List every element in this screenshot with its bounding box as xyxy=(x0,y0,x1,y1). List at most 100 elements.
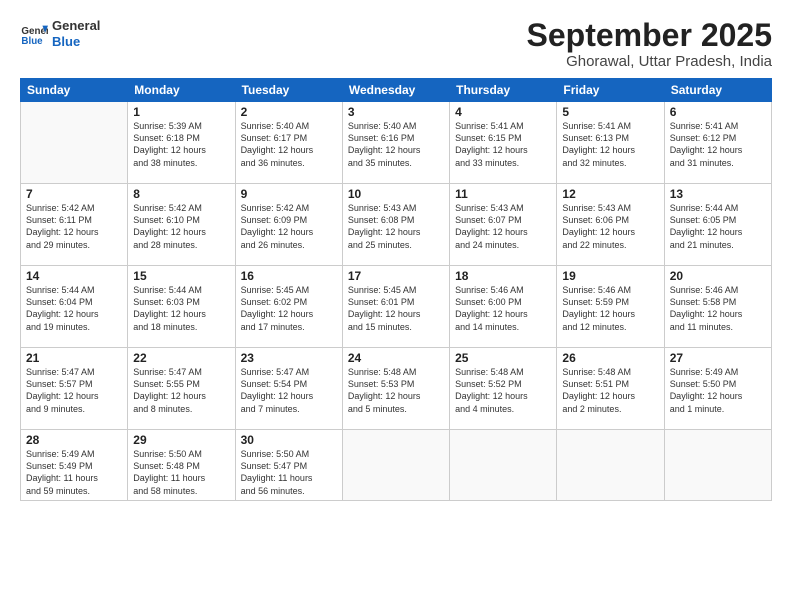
day-number: 18 xyxy=(455,269,551,283)
day-number: 21 xyxy=(26,351,122,365)
calendar-cell: 24Sunrise: 5:48 AM Sunset: 5:53 PM Dayli… xyxy=(342,348,449,430)
calendar-cell: 8Sunrise: 5:42 AM Sunset: 6:10 PM Daylig… xyxy=(128,184,235,266)
calendar-cell: 10Sunrise: 5:43 AM Sunset: 6:08 PM Dayli… xyxy=(342,184,449,266)
day-number: 19 xyxy=(562,269,658,283)
day-info: Sunrise: 5:41 AM Sunset: 6:12 PM Dayligh… xyxy=(670,120,766,169)
day-info: Sunrise: 5:50 AM Sunset: 5:48 PM Dayligh… xyxy=(133,448,229,497)
calendar-cell xyxy=(557,430,664,501)
calendar-header-sunday: Sunday xyxy=(21,79,128,102)
calendar-cell: 12Sunrise: 5:43 AM Sunset: 6:06 PM Dayli… xyxy=(557,184,664,266)
calendar-header-monday: Monday xyxy=(128,79,235,102)
day-info: Sunrise: 5:44 AM Sunset: 6:03 PM Dayligh… xyxy=(133,284,229,333)
logo-icon: General Blue xyxy=(20,20,48,48)
day-info: Sunrise: 5:47 AM Sunset: 5:54 PM Dayligh… xyxy=(241,366,337,415)
day-number: 23 xyxy=(241,351,337,365)
calendar-cell xyxy=(450,430,557,501)
day-info: Sunrise: 5:46 AM Sunset: 6:00 PM Dayligh… xyxy=(455,284,551,333)
day-number: 7 xyxy=(26,187,122,201)
title-block: September 2025 Ghorawal, Uttar Pradesh, … xyxy=(527,18,772,70)
day-number: 30 xyxy=(241,433,337,447)
day-info: Sunrise: 5:39 AM Sunset: 6:18 PM Dayligh… xyxy=(133,120,229,169)
day-number: 2 xyxy=(241,105,337,119)
calendar-week-5: 28Sunrise: 5:49 AM Sunset: 5:49 PM Dayli… xyxy=(21,430,772,501)
day-info: Sunrise: 5:43 AM Sunset: 6:07 PM Dayligh… xyxy=(455,202,551,251)
day-info: Sunrise: 5:46 AM Sunset: 5:58 PM Dayligh… xyxy=(670,284,766,333)
day-number: 13 xyxy=(670,187,766,201)
day-info: Sunrise: 5:48 AM Sunset: 5:51 PM Dayligh… xyxy=(562,366,658,415)
calendar-header-saturday: Saturday xyxy=(664,79,771,102)
day-number: 4 xyxy=(455,105,551,119)
calendar-cell: 1Sunrise: 5:39 AM Sunset: 6:18 PM Daylig… xyxy=(128,102,235,184)
calendar-cell: 15Sunrise: 5:44 AM Sunset: 6:03 PM Dayli… xyxy=(128,266,235,348)
calendar-cell: 13Sunrise: 5:44 AM Sunset: 6:05 PM Dayli… xyxy=(664,184,771,266)
calendar-header-tuesday: Tuesday xyxy=(235,79,342,102)
day-info: Sunrise: 5:48 AM Sunset: 5:52 PM Dayligh… xyxy=(455,366,551,415)
calendar-cell: 23Sunrise: 5:47 AM Sunset: 5:54 PM Dayli… xyxy=(235,348,342,430)
day-number: 3 xyxy=(348,105,444,119)
day-info: Sunrise: 5:49 AM Sunset: 5:50 PM Dayligh… xyxy=(670,366,766,415)
day-info: Sunrise: 5:47 AM Sunset: 5:57 PM Dayligh… xyxy=(26,366,122,415)
calendar-cell: 3Sunrise: 5:40 AM Sunset: 6:16 PM Daylig… xyxy=(342,102,449,184)
calendar-cell: 16Sunrise: 5:45 AM Sunset: 6:02 PM Dayli… xyxy=(235,266,342,348)
day-info: Sunrise: 5:40 AM Sunset: 6:16 PM Dayligh… xyxy=(348,120,444,169)
calendar-week-3: 14Sunrise: 5:44 AM Sunset: 6:04 PM Dayli… xyxy=(21,266,772,348)
calendar-header-thursday: Thursday xyxy=(450,79,557,102)
day-number: 1 xyxy=(133,105,229,119)
calendar-cell: 19Sunrise: 5:46 AM Sunset: 5:59 PM Dayli… xyxy=(557,266,664,348)
day-number: 10 xyxy=(348,187,444,201)
calendar-cell: 27Sunrise: 5:49 AM Sunset: 5:50 PM Dayli… xyxy=(664,348,771,430)
calendar-week-4: 21Sunrise: 5:47 AM Sunset: 5:57 PM Dayli… xyxy=(21,348,772,430)
day-info: Sunrise: 5:43 AM Sunset: 6:08 PM Dayligh… xyxy=(348,202,444,251)
day-number: 5 xyxy=(562,105,658,119)
calendar: SundayMondayTuesdayWednesdayThursdayFrid… xyxy=(20,78,772,501)
calendar-cell: 11Sunrise: 5:43 AM Sunset: 6:07 PM Dayli… xyxy=(450,184,557,266)
calendar-cell: 5Sunrise: 5:41 AM Sunset: 6:13 PM Daylig… xyxy=(557,102,664,184)
day-info: Sunrise: 5:48 AM Sunset: 5:53 PM Dayligh… xyxy=(348,366,444,415)
logo: General Blue General Blue xyxy=(20,18,100,49)
subtitle: Ghorawal, Uttar Pradesh, India xyxy=(527,53,772,70)
calendar-cell: 2Sunrise: 5:40 AM Sunset: 6:17 PM Daylig… xyxy=(235,102,342,184)
day-info: Sunrise: 5:46 AM Sunset: 5:59 PM Dayligh… xyxy=(562,284,658,333)
day-number: 26 xyxy=(562,351,658,365)
day-info: Sunrise: 5:41 AM Sunset: 6:15 PM Dayligh… xyxy=(455,120,551,169)
day-number: 14 xyxy=(26,269,122,283)
day-info: Sunrise: 5:40 AM Sunset: 6:17 PM Dayligh… xyxy=(241,120,337,169)
calendar-cell: 9Sunrise: 5:42 AM Sunset: 6:09 PM Daylig… xyxy=(235,184,342,266)
calendar-cell xyxy=(664,430,771,501)
day-info: Sunrise: 5:45 AM Sunset: 6:01 PM Dayligh… xyxy=(348,284,444,333)
day-info: Sunrise: 5:43 AM Sunset: 6:06 PM Dayligh… xyxy=(562,202,658,251)
calendar-cell: 28Sunrise: 5:49 AM Sunset: 5:49 PM Dayli… xyxy=(21,430,128,501)
day-info: Sunrise: 5:44 AM Sunset: 6:05 PM Dayligh… xyxy=(670,202,766,251)
day-number: 8 xyxy=(133,187,229,201)
calendar-cell: 25Sunrise: 5:48 AM Sunset: 5:52 PM Dayli… xyxy=(450,348,557,430)
day-number: 22 xyxy=(133,351,229,365)
calendar-week-1: 1Sunrise: 5:39 AM Sunset: 6:18 PM Daylig… xyxy=(21,102,772,184)
day-number: 27 xyxy=(670,351,766,365)
svg-text:Blue: Blue xyxy=(21,35,43,46)
calendar-cell: 21Sunrise: 5:47 AM Sunset: 5:57 PM Dayli… xyxy=(21,348,128,430)
calendar-cell: 20Sunrise: 5:46 AM Sunset: 5:58 PM Dayli… xyxy=(664,266,771,348)
calendar-cell: 14Sunrise: 5:44 AM Sunset: 6:04 PM Dayli… xyxy=(21,266,128,348)
day-number: 6 xyxy=(670,105,766,119)
day-info: Sunrise: 5:42 AM Sunset: 6:09 PM Dayligh… xyxy=(241,202,337,251)
day-number: 9 xyxy=(241,187,337,201)
calendar-header-wednesday: Wednesday xyxy=(342,79,449,102)
day-info: Sunrise: 5:49 AM Sunset: 5:49 PM Dayligh… xyxy=(26,448,122,497)
day-info: Sunrise: 5:47 AM Sunset: 5:55 PM Dayligh… xyxy=(133,366,229,415)
day-info: Sunrise: 5:42 AM Sunset: 6:11 PM Dayligh… xyxy=(26,202,122,251)
day-info: Sunrise: 5:50 AM Sunset: 5:47 PM Dayligh… xyxy=(241,448,337,497)
day-number: 24 xyxy=(348,351,444,365)
calendar-cell: 6Sunrise: 5:41 AM Sunset: 6:12 PM Daylig… xyxy=(664,102,771,184)
day-number: 15 xyxy=(133,269,229,283)
calendar-cell: 26Sunrise: 5:48 AM Sunset: 5:51 PM Dayli… xyxy=(557,348,664,430)
calendar-week-2: 7Sunrise: 5:42 AM Sunset: 6:11 PM Daylig… xyxy=(21,184,772,266)
day-number: 16 xyxy=(241,269,337,283)
day-info: Sunrise: 5:44 AM Sunset: 6:04 PM Dayligh… xyxy=(26,284,122,333)
calendar-cell: 22Sunrise: 5:47 AM Sunset: 5:55 PM Dayli… xyxy=(128,348,235,430)
header: General Blue General Blue September 2025… xyxy=(20,18,772,70)
calendar-cell: 30Sunrise: 5:50 AM Sunset: 5:47 PM Dayli… xyxy=(235,430,342,501)
logo-blue: Blue xyxy=(52,34,100,50)
day-number: 20 xyxy=(670,269,766,283)
page: General Blue General Blue September 2025… xyxy=(0,0,792,612)
day-number: 25 xyxy=(455,351,551,365)
